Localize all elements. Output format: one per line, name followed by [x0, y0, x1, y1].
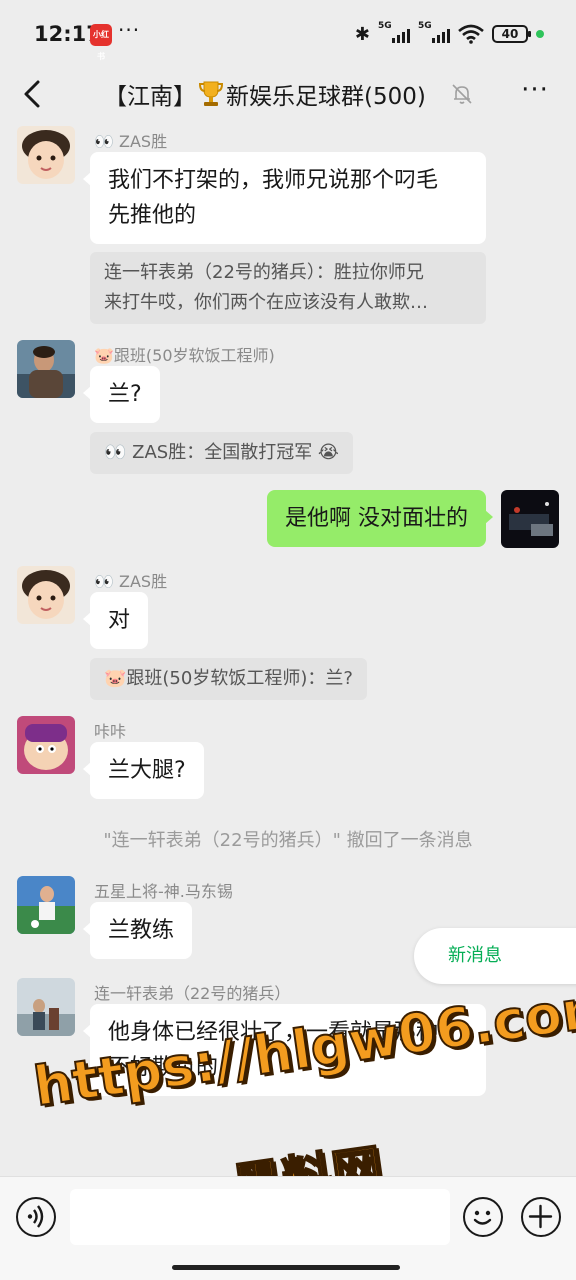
- quote-reply[interactable]: 🐷跟班(50岁软饭工程师)：兰?: [90, 658, 367, 700]
- status-more-icon: ···: [118, 18, 141, 42]
- avatar[interactable]: [17, 126, 75, 184]
- quote-reply[interactable]: 👀 ZAS胜：全国散打冠军 😭: [90, 432, 353, 474]
- input-bar: [0, 1176, 576, 1280]
- chat-title: 【江南】 新娱乐足球群(500): [104, 77, 426, 111]
- my-avatar[interactable]: [501, 490, 559, 548]
- avatar[interactable]: [17, 340, 75, 398]
- app-badge-icon: 小红书: [90, 24, 112, 61]
- privacy-dot: [536, 30, 544, 38]
- wifi-icon: [458, 24, 484, 44]
- message-bubble[interactable]: 兰?: [83, 366, 160, 423]
- message-line: 兰大腿?: [108, 758, 186, 783]
- message-bubble[interactable]: 兰大腿?: [83, 742, 204, 799]
- message-line: 先推他的: [108, 203, 197, 228]
- message-bubble[interactable]: 兰教练: [82, 902, 193, 959]
- sender-name: 连一轩表弟（22号的猪兵）: [94, 984, 291, 1003]
- quote-line: 连一轩表弟（22号的猪兵）：胜拉你师兄: [104, 262, 424, 283]
- chat-more-button[interactable]: ···: [518, 77, 552, 110]
- status-bar: 12:17 小红书 ··· ✱ 5G 5G 40: [0, 0, 576, 64]
- avatar[interactable]: [17, 566, 75, 624]
- battery-icon: 40: [492, 25, 531, 43]
- message-line: 我们不打架的，我师兄说那个叼毛: [108, 168, 439, 193]
- title-prefix: 【江南】: [104, 84, 196, 110]
- voice-icon[interactable]: [16, 1197, 56, 1237]
- sender-name: 五星上将-神.马东锡: [94, 882, 233, 901]
- quote-line: 🐷跟班(50岁软饭工程师)：兰?: [104, 668, 353, 689]
- bluetooth-icon: ✱: [354, 23, 370, 45]
- chat-header: 【江南】 新娱乐足球群(500) ···: [0, 64, 576, 126]
- home-indicator: [172, 1265, 400, 1270]
- message-input[interactable]: [70, 1189, 450, 1245]
- sender-name: 🐷跟班(50岁软饭工程师): [94, 346, 275, 365]
- mute-bell-icon: [452, 84, 472, 104]
- avatar[interactable]: [17, 876, 75, 934]
- signal-icon-2: 5G: [418, 21, 450, 45]
- quote-reply[interactable]: 连一轩表弟（22号的猪兵）：胜拉你师兄 来打牛哎，你们两个在应该没有人敢欺…: [90, 252, 486, 324]
- status-icons: ✱ 5G 5G 40: [354, 21, 544, 46]
- message-line: 是他啊 没对面壮的: [285, 506, 468, 531]
- plus-icon[interactable]: [521, 1197, 561, 1237]
- quote-line: 👀 ZAS胜：全国散打冠军 😭: [104, 442, 339, 463]
- signal-icon-1: 5G: [378, 21, 410, 45]
- avatar[interactable]: [17, 978, 75, 1036]
- my-message-bubble[interactable]: 是他啊 没对面壮的: [267, 490, 493, 547]
- emoji-icon[interactable]: [463, 1197, 503, 1237]
- message-line: 兰?: [108, 382, 142, 407]
- avatar[interactable]: [17, 716, 75, 774]
- sender-name: 👀 ZAS胜: [94, 572, 168, 591]
- new-message-button[interactable]: 新消息: [414, 928, 576, 984]
- sender-name: 咔咔: [94, 722, 127, 741]
- message-line: 兰教练: [108, 918, 175, 943]
- quote-line: 来打牛哎，你们两个在应该没有人敢欺…: [104, 292, 428, 313]
- message-line: 对: [108, 608, 131, 633]
- message-bubble[interactable]: 对: [82, 592, 149, 649]
- message-bubble[interactable]: 我们不打架的，我师兄说那个叼毛 先推他的: [83, 152, 486, 244]
- sender-name: 👀 ZAS胜: [94, 132, 168, 151]
- recall-notice: "连一轩表弟（22号的猪兵）" 撤回了一条消息: [103, 830, 473, 851]
- trophy-icon: [198, 81, 224, 106]
- title-main: 新娱乐足球群(500): [226, 84, 426, 110]
- back-arrow-icon[interactable]: [14, 74, 54, 114]
